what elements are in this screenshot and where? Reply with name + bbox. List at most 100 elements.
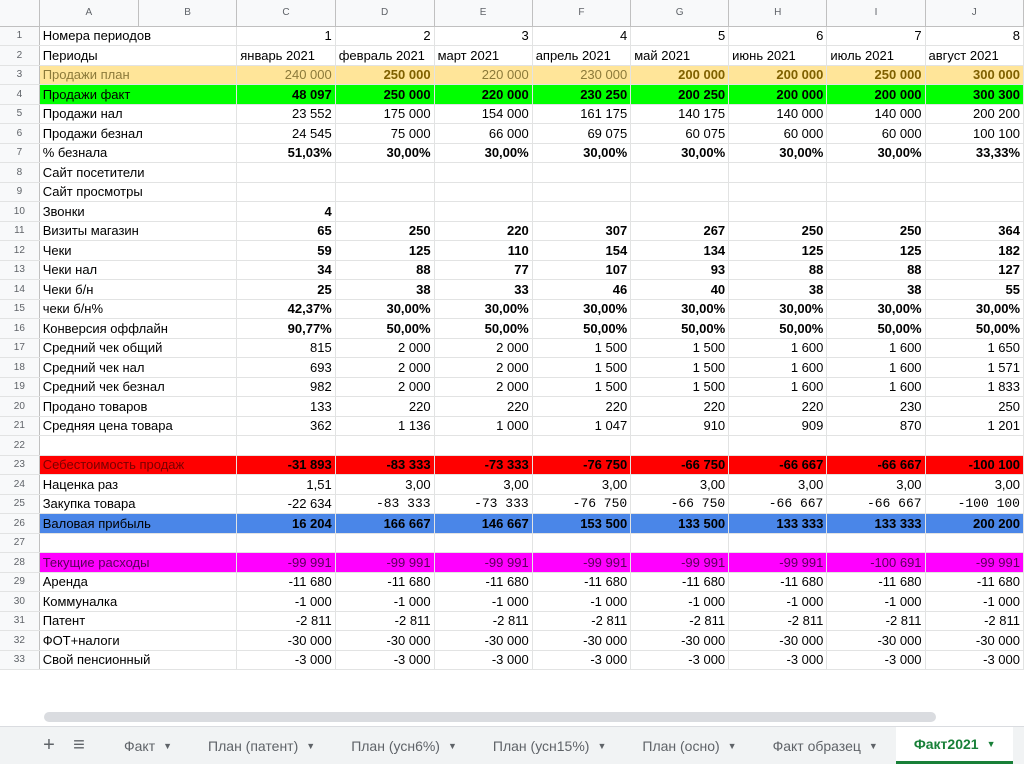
data-cell[interactable]: 3,00 (728, 474, 828, 495)
column-header-b[interactable]: B (138, 0, 238, 27)
row-label-cell[interactable]: Сайт посетители (39, 162, 238, 183)
data-cell[interactable]: -11 680 (728, 572, 828, 592)
data-cell[interactable]: 153 500 (532, 513, 632, 534)
row-label-cell[interactable]: Средняя цена товара (39, 416, 238, 436)
sheet-tab[interactable]: План (усн6%) ▼ (333, 727, 475, 764)
data-cell[interactable]: -3 000 (826, 650, 926, 670)
data-cell[interactable]: -99 991 (925, 552, 1024, 573)
data-cell[interactable]: 40 (630, 279, 730, 300)
row-label-cell[interactable]: Средний чек общий (39, 338, 238, 358)
data-cell[interactable]: 250 000 (335, 65, 435, 85)
row-label-cell[interactable]: Номера периодов (39, 26, 238, 46)
data-cell[interactable]: 175 000 (335, 104, 435, 124)
data-cell[interactable]: -11 680 (925, 572, 1024, 592)
data-cell[interactable] (434, 182, 533, 202)
data-cell[interactable]: 220 (630, 396, 730, 417)
data-cell[interactable]: 34 (236, 260, 336, 280)
data-cell[interactable]: 2 (335, 26, 435, 46)
data-cell[interactable]: 127 (925, 260, 1024, 280)
row-label-cell[interactable]: Закупка товара (39, 494, 238, 514)
data-cell[interactable] (925, 182, 1024, 202)
column-header-a[interactable]: A (39, 0, 139, 27)
data-cell[interactable]: 59 (236, 240, 336, 261)
data-cell[interactable] (236, 182, 336, 202)
data-cell[interactable] (236, 435, 336, 456)
data-cell[interactable]: 815 (236, 338, 336, 358)
data-cell[interactable]: -11 680 (236, 572, 336, 592)
row-label-cell[interactable] (39, 435, 238, 456)
data-cell[interactable] (826, 162, 926, 183)
data-cell[interactable]: май 2021 (630, 45, 730, 66)
data-cell[interactable]: 1 201 (925, 416, 1024, 436)
data-cell[interactable]: 220 (434, 221, 533, 241)
data-cell[interactable]: -3 000 (434, 650, 533, 670)
data-cell[interactable]: 134 (630, 240, 730, 261)
data-cell[interactable]: 3,00 (630, 474, 730, 495)
data-cell[interactable]: -100 691 (826, 552, 926, 573)
row-header[interactable]: 15 (0, 299, 40, 319)
data-cell[interactable]: 30,00% (434, 143, 533, 163)
data-cell[interactable]: -30 000 (335, 630, 435, 651)
data-cell[interactable] (826, 435, 926, 456)
data-cell[interactable]: 230 250 (532, 84, 632, 105)
row-label-cell[interactable]: Коммуналка (39, 591, 238, 612)
row-header[interactable]: 24 (0, 474, 40, 495)
data-cell[interactable]: 50,00% (728, 318, 828, 339)
sheet-tab[interactable]: План (усн15%) ▼ (475, 727, 624, 764)
data-cell[interactable]: -1 000 (335, 591, 435, 612)
row-label-cell[interactable]: Средний чек безнал (39, 377, 238, 397)
data-cell[interactable]: 2 000 (434, 357, 533, 378)
data-cell[interactable]: 1 500 (630, 338, 730, 358)
data-cell[interactable]: 2 000 (335, 377, 435, 397)
data-cell[interactable]: -76 750 (532, 455, 632, 475)
data-cell[interactable]: -99 991 (434, 552, 533, 573)
data-cell[interactable] (826, 533, 926, 553)
data-cell[interactable]: -30 000 (532, 630, 632, 651)
data-cell[interactable]: 200 200 (925, 513, 1024, 534)
data-cell[interactable] (434, 435, 533, 456)
data-cell[interactable] (728, 162, 828, 183)
data-cell[interactable]: 166 667 (335, 513, 435, 534)
data-cell[interactable] (925, 533, 1024, 553)
row-label-cell[interactable]: Визиты магазин (39, 221, 238, 241)
data-cell[interactable]: 1 047 (532, 416, 632, 436)
data-cell[interactable]: 1 000 (434, 416, 533, 436)
data-cell[interactable]: 30,00% (630, 299, 730, 319)
data-cell[interactable] (532, 182, 632, 202)
data-cell[interactable]: -100 100 (925, 494, 1024, 514)
data-cell[interactable]: 5 (630, 26, 730, 46)
data-cell[interactable]: 100 100 (925, 123, 1024, 144)
data-cell[interactable]: 30,00% (335, 299, 435, 319)
caret-down-icon[interactable]: ▼ (163, 741, 172, 751)
data-cell[interactable]: январь 2021 (236, 45, 336, 66)
row-header[interactable]: 6 (0, 123, 40, 144)
row-header[interactable]: 20 (0, 396, 40, 417)
data-cell[interactable] (335, 201, 435, 222)
row-header[interactable]: 9 (0, 182, 40, 202)
row-label-cell[interactable]: ФОТ+налоги (39, 630, 238, 651)
data-cell[interactable]: 50,00% (925, 318, 1024, 339)
data-cell[interactable]: -83 333 (335, 494, 435, 514)
data-cell[interactable]: -2 811 (630, 611, 730, 631)
row-label-cell[interactable]: Сайт просмотры (39, 182, 238, 202)
data-cell[interactable]: 77 (434, 260, 533, 280)
column-header-e[interactable]: E (434, 0, 533, 27)
data-cell[interactable]: -30 000 (630, 630, 730, 651)
caret-down-icon[interactable]: ▼ (597, 741, 606, 751)
data-cell[interactable]: 88 (826, 260, 926, 280)
caret-down-icon[interactable]: ▼ (869, 741, 878, 751)
row-label-cell[interactable]: чеки б/н% (39, 299, 238, 319)
data-cell[interactable]: 33 (434, 279, 533, 300)
data-cell[interactable]: 267 (630, 221, 730, 241)
data-cell[interactable]: июнь 2021 (728, 45, 828, 66)
data-cell[interactable]: -100 100 (925, 455, 1024, 475)
data-cell[interactable]: 154 000 (434, 104, 533, 124)
data-cell[interactable]: 220 000 (434, 84, 533, 105)
data-cell[interactable]: -30 000 (826, 630, 926, 651)
data-cell[interactable]: -1 000 (434, 591, 533, 612)
row-header[interactable]: 16 (0, 318, 40, 339)
row-label-cell[interactable]: Продажи факт (39, 84, 238, 105)
data-cell[interactable]: 220 000 (434, 65, 533, 85)
data-cell[interactable]: -1 000 (236, 591, 336, 612)
data-cell[interactable]: 8 (925, 26, 1024, 46)
